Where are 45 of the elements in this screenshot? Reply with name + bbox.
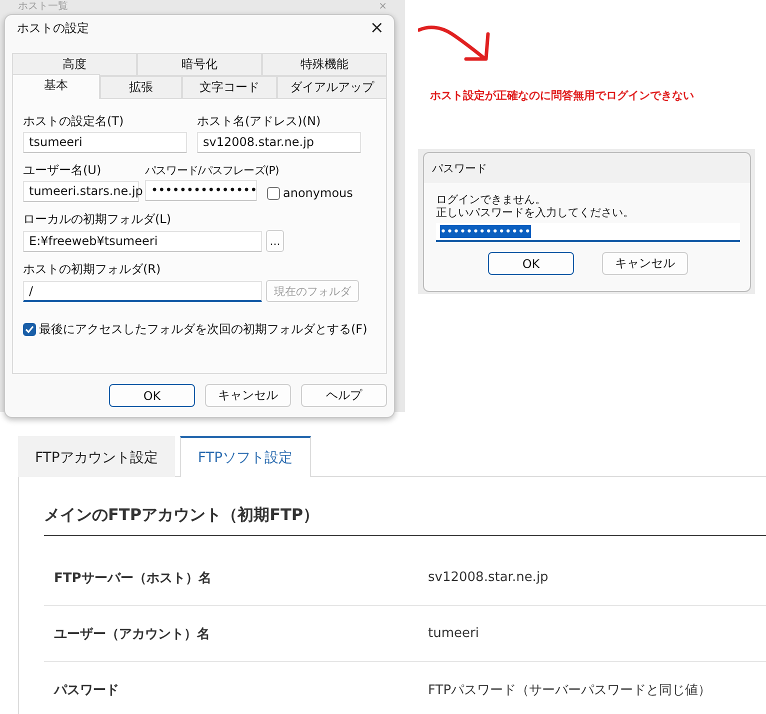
- tab[interactable]: FTPソフト設定: [180, 436, 311, 477]
- field-label: ホストの初期フォルダ(R): [23, 261, 162, 278]
- checkbox[interactable]: [23, 323, 36, 336]
- window-title: ホスト一覧: [18, 2, 68, 12]
- row-value: sv12008.star.ne.jp: [428, 570, 548, 585]
- row-value: tumeeri: [428, 626, 479, 641]
- field-label: パスワード/パスフレーズ(P): [145, 163, 280, 178]
- tab[interactable]: 特殊機能: [262, 53, 387, 76]
- input-field[interactable]: sv12008.star.ne.jp: [197, 132, 361, 153]
- input-field[interactable]: /: [23, 280, 262, 302]
- field-label: ホスト名(アドレス)(N): [197, 113, 322, 130]
- tab[interactable]: 高度: [12, 53, 137, 76]
- tab[interactable]: 基本: [12, 74, 100, 99]
- browse-button[interactable]: ...: [266, 230, 284, 252]
- input-field[interactable]: tsumeeri: [23, 132, 187, 153]
- message-text: 正しいパスワードを入力してください。: [436, 206, 635, 219]
- row-value: FTPパスワード（サーバーパスワードと同じ値）: [428, 682, 712, 699]
- dialog-title: ホストの設定: [17, 20, 89, 36]
- row-label: ユーザー（アカウント）名: [54, 626, 211, 642]
- dialog-button[interactable]: OK: [109, 384, 195, 407]
- dialog-button[interactable]: キャンセル: [602, 252, 688, 275]
- field-label: ユーザー名(U): [23, 162, 102, 179]
- checkbox-label: 最後にアクセスしたフォルダを次回の初期フォルダとする(F): [39, 321, 368, 338]
- dialog-button[interactable]: OK: [488, 252, 574, 275]
- section-heading: メインのFTPアカウント（初期FTP）: [44, 505, 766, 536]
- dialog-button[interactable]: キャンセル: [205, 384, 291, 407]
- dialog-button[interactable]: ヘルプ: [301, 384, 387, 407]
- input-field[interactable]: E:¥freeweb¥tsumeeri: [23, 230, 262, 252]
- message-text: ログインできません。: [436, 193, 547, 206]
- tab[interactable]: 拡張: [100, 76, 182, 99]
- tab[interactable]: FTPアカウント設定: [18, 436, 175, 477]
- checkbox-label: anonymous: [283, 186, 353, 200]
- dialog-title: パスワード: [432, 162, 487, 174]
- field-label: ホストの設定名(T): [23, 113, 125, 130]
- password-field[interactable]: ••••••••••••••: [436, 223, 740, 242]
- tab[interactable]: ダイアルアップ: [277, 76, 387, 99]
- tab[interactable]: 暗号化: [137, 53, 262, 76]
- row-label: パスワード: [54, 682, 120, 699]
- row-label: FTPサーバー（ホスト）名: [54, 570, 212, 586]
- annotation-text: ホスト設定が正確なのに問答無用でログインできない: [430, 88, 695, 103]
- checkbox[interactable]: [267, 186, 280, 200]
- close-button[interactable]: ×: [370, 18, 384, 38]
- field-label: ローカルの初期フォルダ(L): [23, 211, 172, 228]
- password-field[interactable]: •••••••••••••••: [145, 180, 257, 201]
- tab[interactable]: 文字コード: [182, 76, 277, 99]
